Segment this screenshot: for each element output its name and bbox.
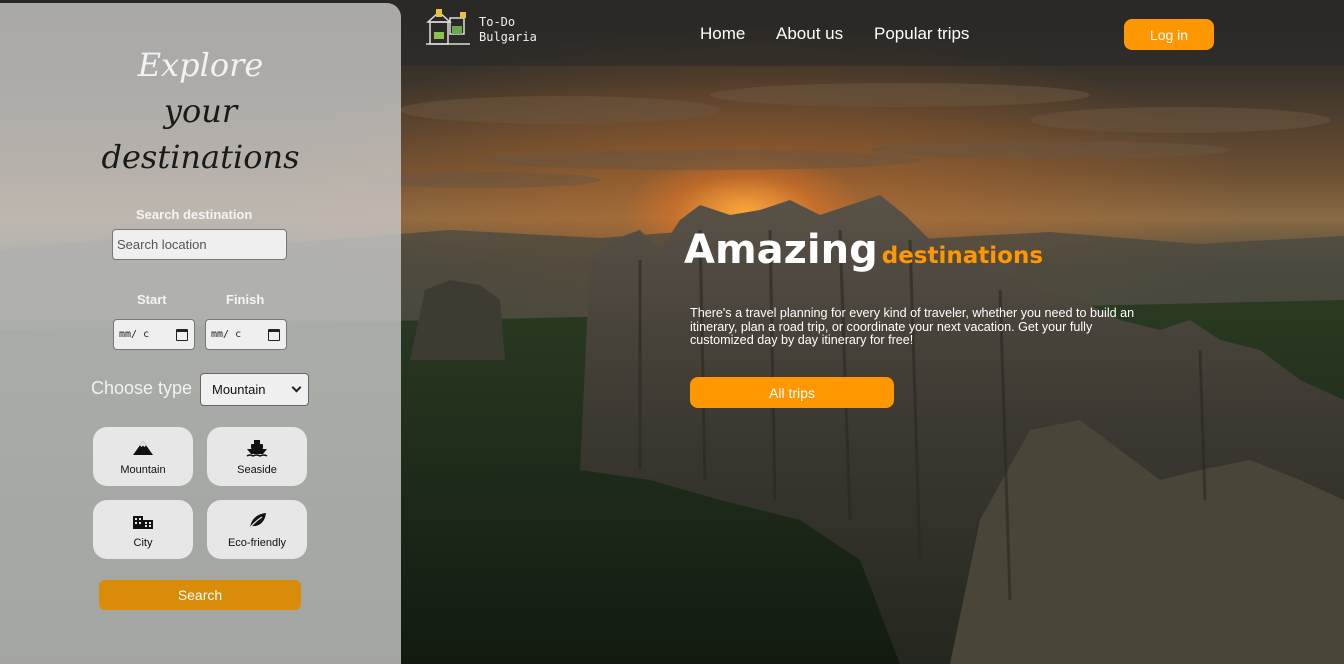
heading-line-2: your	[163, 92, 238, 130]
start-label: Start	[137, 292, 167, 307]
all-trips-button[interactable]: All trips	[690, 377, 894, 408]
hero-description: There's a travel planning for every kind…	[690, 306, 1135, 347]
hero-title-big: Amazing	[684, 227, 878, 273]
type-selected-value: Mountain	[212, 382, 266, 397]
sidebar-heading: Explore your destinations	[0, 42, 401, 180]
tile-label: Seaside	[237, 463, 277, 476]
tile-label: Mountain	[120, 463, 166, 476]
start-date-value: mm/ c	[119, 329, 150, 340]
finish-date-input[interactable]: mm/ c	[205, 319, 287, 350]
site-logo[interactable]	[424, 8, 474, 48]
type-tile-seaside[interactable]: Seaside	[207, 427, 307, 486]
heading-line-3: destinations	[101, 138, 300, 176]
finish-label: Finish	[226, 292, 265, 307]
nav-about-us[interactable]: About us	[776, 24, 843, 44]
type-tile-mountain[interactable]: Mountain	[93, 427, 193, 486]
nav-home[interactable]: Home	[700, 24, 745, 44]
tile-label: City	[133, 536, 153, 549]
choose-type-label: Choose type	[91, 378, 193, 398]
calendar-icon[interactable]	[176, 328, 188, 341]
hero-title: Amazing destinations	[684, 227, 1043, 273]
mountain-icon	[132, 438, 154, 458]
login-button[interactable]: Log in	[1124, 19, 1214, 50]
type-select[interactable]: Mountain	[200, 373, 309, 406]
leaf-icon	[247, 511, 267, 531]
calendar-icon[interactable]	[268, 328, 280, 341]
chevron-down-icon	[291, 382, 302, 393]
search-location-input[interactable]: Search location	[112, 229, 287, 260]
logo-line-2: Bulgaria	[479, 30, 537, 44]
city-icon	[132, 511, 154, 531]
hero-title-accent: destinations	[881, 243, 1044, 269]
ship-icon	[246, 438, 268, 458]
search-destination-label: Search destination	[136, 207, 253, 222]
finish-date-value: mm/ c	[211, 329, 242, 340]
search-button[interactable]: Search	[99, 580, 301, 610]
logo-line-1: To-Do	[479, 15, 516, 29]
logo-text[interactable]: To-Do Bulgaria	[479, 15, 537, 45]
tile-label: Eco-friendly	[227, 536, 287, 549]
type-tile-city[interactable]: City	[93, 500, 193, 559]
logo-icon	[426, 9, 470, 45]
heading-line-1: Explore	[137, 46, 264, 84]
search-placeholder: Search location	[117, 237, 207, 252]
nav-popular-trips[interactable]: Popular trips	[874, 24, 969, 44]
start-date-input[interactable]: mm/ c	[113, 319, 195, 350]
type-tile-eco-friendly[interactable]: Eco-friendly	[207, 500, 307, 559]
